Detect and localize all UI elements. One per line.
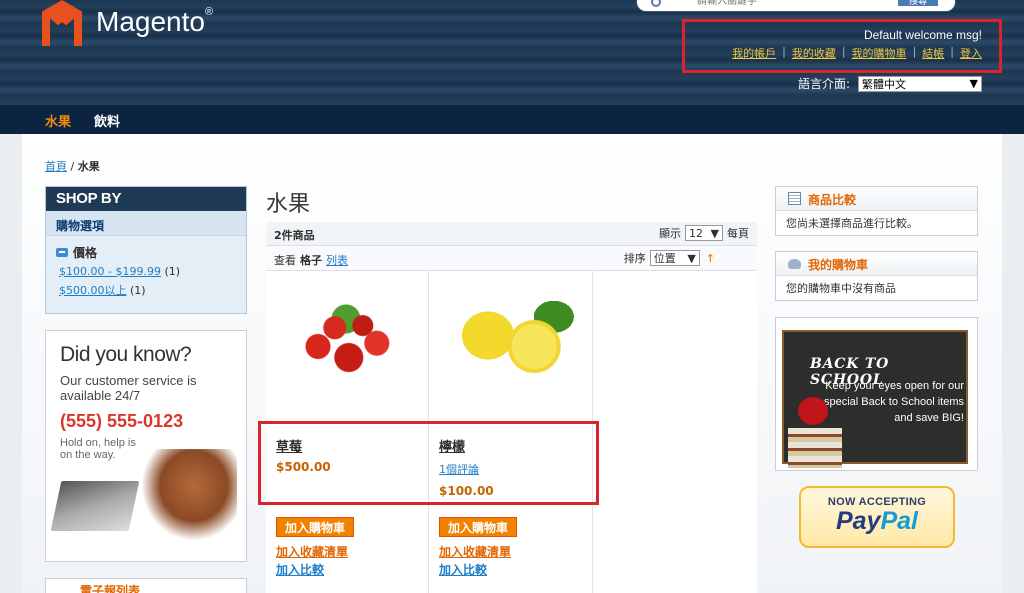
add-to-compare-link[interactable]: 加入比較 (439, 561, 487, 578)
promo-headline: Did you know? (60, 343, 192, 366)
sort-value: 位置 (653, 252, 676, 265)
sort-select[interactable]: 位置 ▼ (649, 250, 700, 266)
books-image (788, 428, 842, 468)
view-mode: 查看 格子 列表 (274, 252, 348, 268)
highlight-box-products (258, 421, 599, 505)
compare-list-icon (788, 192, 801, 205)
magento-logo-icon (42, 0, 82, 46)
laptop-image (50, 481, 140, 531)
dog-image (141, 449, 237, 541)
view-grid: 格子 (300, 254, 322, 267)
sort-by: 排序 位置 ▼ ↑ (624, 250, 715, 266)
select-arrow-icon: ▼ (710, 226, 719, 240)
main-nav: 水果 飲料 (0, 104, 1024, 134)
add-to-compare-link[interactable]: 加入比較 (276, 561, 324, 578)
filter-option: $100.00 - $199.99 (1) (59, 265, 246, 278)
select-arrow-icon: ▼ (969, 77, 978, 90)
limiter-label: 顯示 (659, 227, 681, 240)
filter-option: $500.00以上 (1) (59, 282, 246, 298)
item-count: 2件商品 (274, 229, 315, 242)
add-to-cart-button[interactable]: 加入購物車 (439, 517, 518, 537)
paypal-logo-pay: Pay (835, 507, 881, 535)
filter-price-title: 價格 (73, 246, 98, 260)
shop-by-subtitle: 購物選項 (46, 211, 246, 236)
site-header: Magento® 搜尋 Default welcome msg! 我的帳戶| 我… (0, 0, 1024, 104)
shop-by-title: SHOP BY (46, 187, 246, 211)
add-to-cart-button[interactable]: 加入購物車 (276, 517, 355, 537)
filter-count: (1) (130, 284, 146, 297)
mini-cart-block: 我的購物車 您的購物車中沒有商品 (775, 251, 978, 301)
mini-cart-empty-text: 您的購物車中沒有商品 (786, 282, 896, 295)
product-image-lemon[interactable] (439, 286, 579, 396)
search-icon (651, 0, 661, 7)
search-input[interactable] (697, 0, 857, 7)
compare-title: 商品比較 (808, 193, 857, 207)
breadcrumb: 首頁 / 水果 (45, 158, 100, 174)
page-title: 水果 (266, 192, 311, 217)
limit-value: 12 (689, 226, 703, 240)
view-mode-label: 查看 (274, 254, 296, 267)
chalkboard: BACK TO SCHOOL Keep your eyes open for o… (782, 330, 968, 468)
language-switcher: 語言介面: 繁體中文 ▼ (798, 75, 982, 92)
highlight-box-account-links (682, 19, 1002, 73)
arrow-right-icon (56, 248, 68, 257)
apple-image (798, 397, 828, 425)
compare-empty-text: 您尚未選擇商品進行比較。 (786, 217, 918, 230)
nav-item-fruit[interactable]: 水果 (45, 111, 71, 130)
language-select[interactable]: 繁體中文 ▼ (858, 75, 982, 92)
newsletter-title: 電子報列表 (45, 578, 247, 593)
view-list-link[interactable]: 列表 (326, 254, 348, 267)
sort-direction-icon[interactable]: ↑ (706, 252, 715, 265)
nav-item-drinks[interactable]: 飲料 (94, 111, 120, 130)
shop-by-block: SHOP BY 購物選項 價格 $100.00 - $199.99 (1) $5… (45, 186, 247, 314)
promo-subtext: Our customer service is available 24/7 (60, 373, 197, 403)
filter-count: (1) (164, 265, 181, 278)
toolbar-sorter: 查看 格子 列表 排序 位置 ▼ ↑ (266, 247, 757, 271)
mini-cart-title: 我的購物車 (808, 258, 869, 272)
search-button[interactable]: 搜尋 (898, 0, 938, 7)
back-to-school-banner[interactable]: BACK TO SCHOOL Keep your eyes open for o… (775, 317, 978, 471)
limiter: 顯示 12 ▼ 每頁 (659, 225, 749, 241)
magento-logo[interactable]: Magento® (42, 0, 213, 46)
promo-tagline: Hold on, help is on the way. (60, 437, 136, 461)
filter-link-500-up[interactable]: $500.00以上 (59, 284, 127, 297)
paypal-badge[interactable]: NOW ACCEPTING PayPal (799, 486, 955, 548)
sort-label: 排序 (623, 252, 646, 265)
add-to-wishlist-link[interactable]: 加入收藏清單 (276, 543, 348, 560)
product-image-strawberry[interactable] (276, 286, 416, 396)
select-arrow-icon: ▼ (687, 251, 696, 265)
breadcrumb-home[interactable]: 首頁 (45, 160, 67, 173)
paypal-logo: PayPal (801, 508, 953, 534)
customer-service-banner[interactable]: Did you know? Our customer service is av… (45, 330, 247, 562)
per-page-label: 每頁 (727, 227, 749, 240)
limit-select[interactable]: 12 ▼ (685, 225, 723, 241)
cart-icon (788, 259, 801, 269)
language-label: 語言介面: (797, 77, 850, 91)
language-select-value: 繁體中文 (862, 77, 906, 91)
paypal-logo-pal: Pal (880, 507, 918, 535)
breadcrumb-current: 水果 (77, 160, 100, 173)
add-to-wishlist-link[interactable]: 加入收藏清單 (439, 543, 511, 560)
logo-text: Magento (96, 6, 205, 37)
filter-link-100-199[interactable]: $100.00 - $199.99 (59, 265, 161, 278)
promo-phone: (555) 555-0123 (60, 411, 184, 431)
logo-reg-mark: ® (204, 6, 214, 18)
breadcrumb-sep: / (70, 160, 75, 173)
toolbar-pager: 2件商品 顯示 12 ▼ 每頁 (266, 222, 757, 246)
compare-block: 商品比較 您尚未選擇商品進行比較。 (775, 186, 978, 236)
school-text: Keep your eyes open for our special Back… (824, 380, 965, 424)
